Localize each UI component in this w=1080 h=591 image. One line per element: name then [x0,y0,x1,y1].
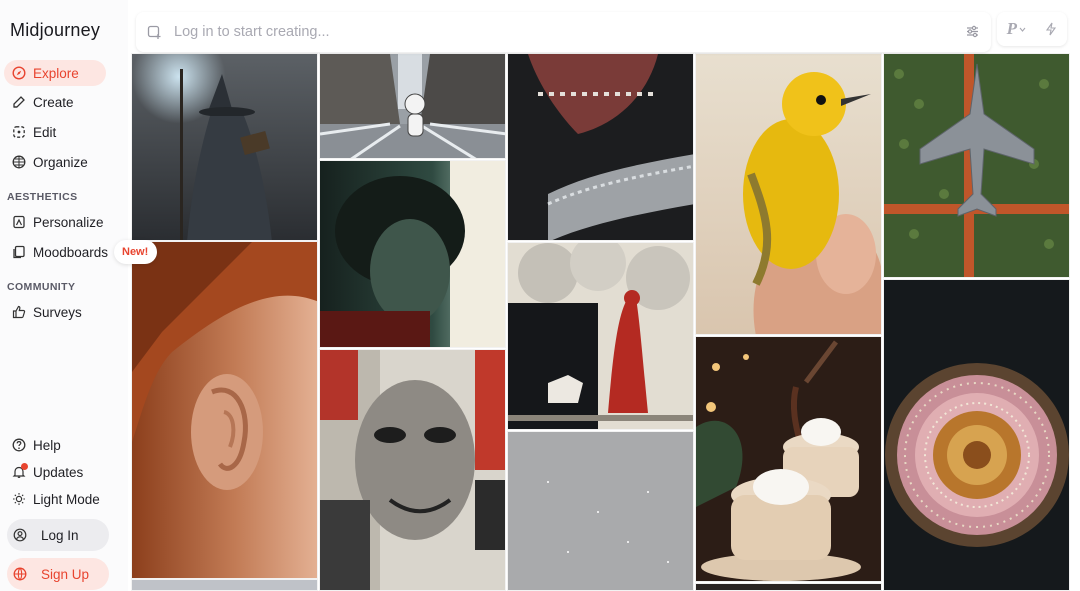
gallery-image-grey-starfield[interactable] [507,431,694,591]
section-aesthetics: AESTHETICS [7,191,78,203]
user-icon [13,528,27,542]
gallery-image-portrait-green[interactable] [319,160,506,348]
nav-organize-label: Organize [33,154,88,170]
nav-personalize[interactable]: Personalize [4,209,112,235]
section-community: COMMUNITY [7,281,76,293]
signup-button[interactable]: Sign Up [7,558,109,590]
gallery-image-fighter-jet[interactable] [883,53,1070,278]
nav-moodboards[interactable]: Moodboards [4,239,116,265]
login-button[interactable]: Log In [7,519,109,551]
gallery-image-yellow-bird[interactable] [695,53,882,335]
moodboard-icon [12,245,26,259]
nav-explore[interactable]: Explore [4,60,106,86]
personalize-toggle[interactable]: P [1007,19,1026,39]
prompt-bar [136,12,991,52]
nav-edit[interactable]: Edit [4,119,64,145]
grid-icon [12,155,26,169]
app-logo[interactable]: Midjourney [10,20,100,41]
brush-icon [12,95,26,109]
gallery-image-partial-2[interactable] [695,583,882,591]
nav-explore-label: Explore [33,65,79,81]
explore-gallery [131,0,1080,591]
nav-personalize-label: Personalize [33,214,104,230]
nav-updates[interactable]: Updates [4,459,91,485]
sun-icon [12,492,26,506]
nav-updates-label: Updates [33,464,84,480]
prompt-input[interactable] [174,24,934,40]
gallery-image-partial-1[interactable] [131,579,318,591]
settings-sliders-icon[interactable] [965,24,980,39]
top-right-controls: P [997,12,1067,46]
gallery-image-collage[interactable] [319,349,506,591]
chevron-down-icon [1019,26,1026,33]
new-badge: New! [114,240,158,264]
nav-light-mode-label: Light Mode [33,491,100,507]
nav-create[interactable]: Create [4,89,82,115]
edit-icon [12,125,26,139]
signup-label: Sign Up [41,566,90,582]
nav-light-mode[interactable]: Light Mode [4,486,108,512]
nav-edit-label: Edit [33,124,57,140]
gallery-image-mandala[interactable] [883,279,1070,591]
nav-create-label: Create [33,94,74,110]
login-label: Log In [41,527,79,543]
thumbs-up-icon [12,305,26,319]
nav-surveys-label: Surveys [33,304,82,320]
help-icon [12,438,26,452]
personalize-icon [12,215,26,229]
nav-organize[interactable]: Organize [4,149,96,175]
notification-dot [21,463,28,470]
gallery-image-dog-chain[interactable] [507,53,694,241]
gallery-image-hot-chocolate[interactable] [695,336,882,582]
gallery-image-city-bear[interactable] [319,53,506,159]
nav-moodboards-label: Moodboards [33,244,109,260]
nav-help-label: Help [33,437,61,453]
lightning-icon[interactable] [1045,22,1057,36]
sidebar: Midjourney Explore Create Edit Organize … [0,0,158,591]
bell-icon [12,463,28,479]
nav-help[interactable]: Help [4,432,69,458]
compass-icon [12,66,26,80]
nav-surveys[interactable]: Surveys [4,299,90,325]
gallery-image-wizard[interactable] [131,53,318,241]
globe-icon [13,567,27,581]
gallery-image-red-riding-hood[interactable] [507,242,694,430]
personalize-letter: P [1006,19,1018,38]
gallery-image-ear[interactable] [131,241,318,579]
add-image-icon[interactable] [147,25,162,40]
